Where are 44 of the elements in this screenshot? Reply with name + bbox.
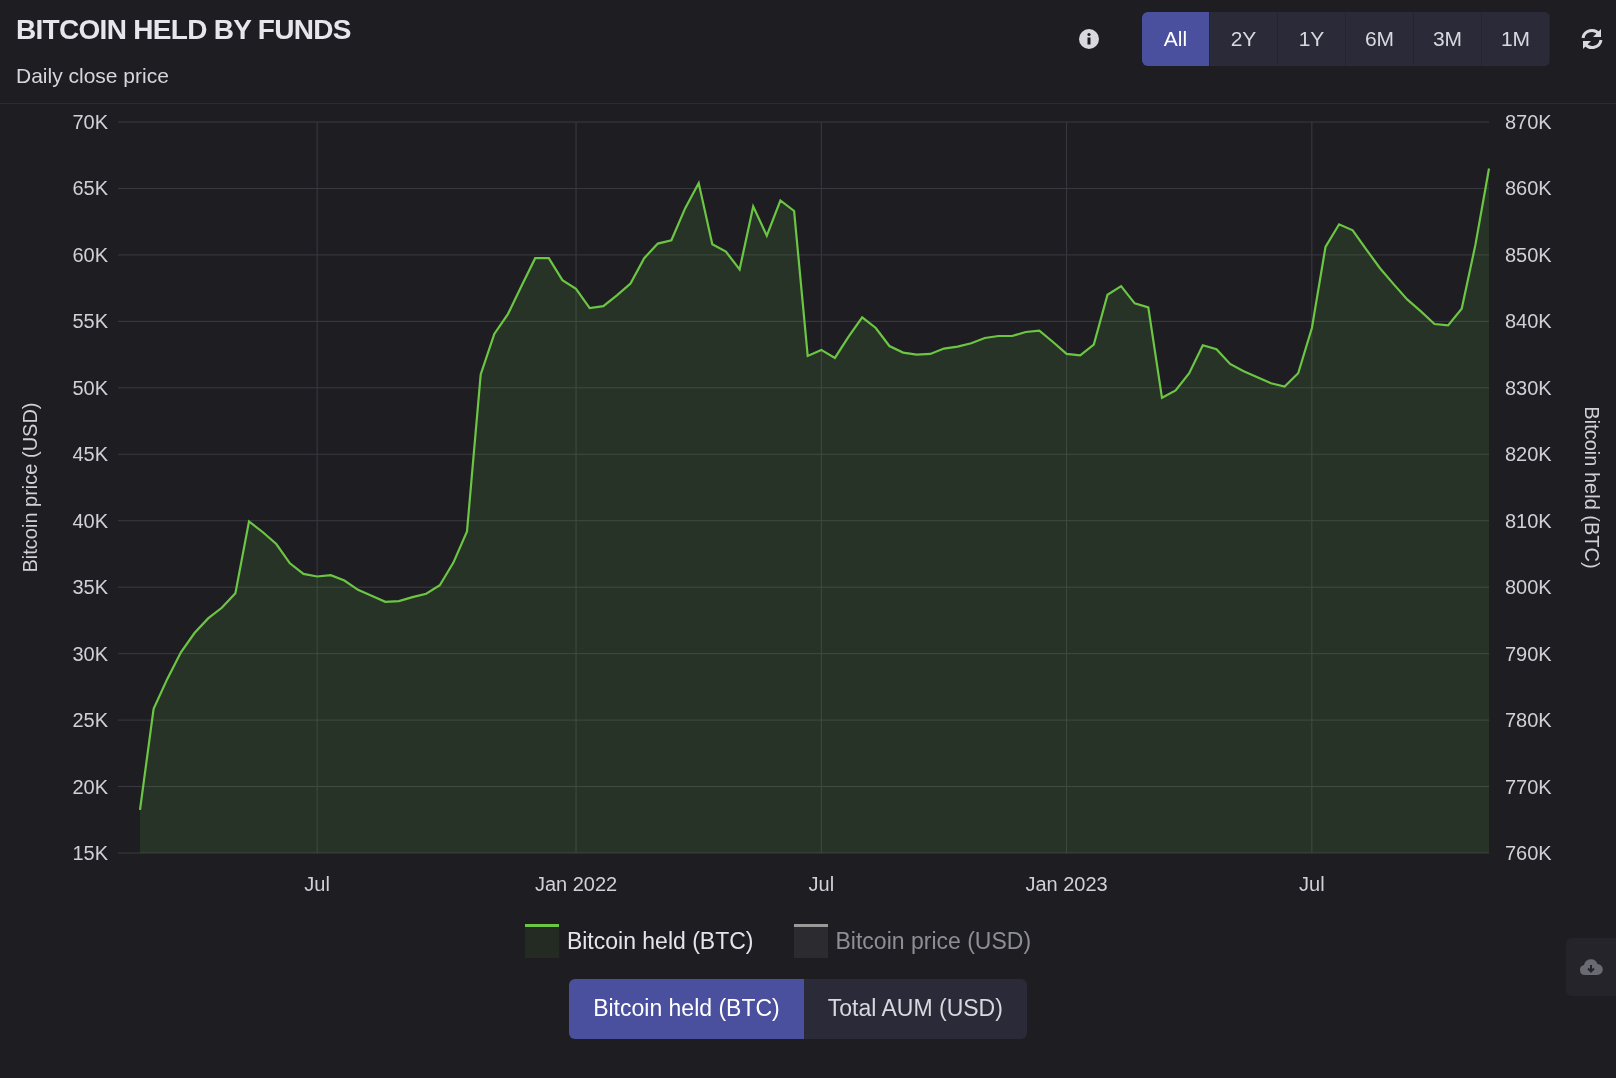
axis-tick-label: Jul <box>304 873 330 895</box>
axis-tick-label: 35K <box>72 576 108 599</box>
axis-tick-label: 790K <box>1505 642 1552 665</box>
axis-tick-label: 55K <box>72 310 108 333</box>
axis-tick-label: 860K <box>1505 177 1552 200</box>
axis-tick-label: 45K <box>72 443 108 466</box>
axis-tick-label: Jan 2023 <box>1025 873 1108 895</box>
legend-label[interactable]: Bitcoin held (BTC) <box>566 924 754 959</box>
axis-tick-label: 810K <box>1505 509 1552 532</box>
axis-tick-label: Jul <box>1299 873 1325 895</box>
axis-tick-label: 850K <box>1505 243 1552 266</box>
axis-tick-label: 70K <box>72 111 108 133</box>
download-button[interactable] <box>1566 938 1616 996</box>
axis-title: Bitcoin held (BTC) <box>1581 406 1603 569</box>
axis-tick-label: 15K <box>72 842 108 864</box>
axis-tick-label: 770K <box>1505 775 1552 798</box>
info-icon[interactable] <box>1078 28 1100 50</box>
axis-tick-label: 820K <box>1505 443 1552 466</box>
chart-subtitle: Daily close price <box>16 63 170 89</box>
metric-tab[interactable]: Bitcoin held (BTC) <box>569 978 804 1039</box>
cloud-download-icon <box>1579 958 1603 976</box>
axis-tick-label: Jul <box>808 873 835 895</box>
axis-tick-label: 65K <box>72 177 108 200</box>
axis-tick-label: 840K <box>1505 310 1552 333</box>
axis-tick-label: 50K <box>72 376 108 399</box>
axis-tick-label: 830K <box>1505 376 1552 399</box>
axis-tick-label: 25K <box>72 709 108 732</box>
refresh-icon[interactable] <box>1580 28 1604 50</box>
metric-tab[interactable]: Total AUM (USD) <box>803 978 1027 1039</box>
axis-tick-label: 760K <box>1505 842 1552 864</box>
legend-swatch[interactable] <box>793 924 828 959</box>
axis-tick-label: 30K <box>72 642 108 665</box>
axis-tick-label: Jan 2022 <box>534 873 618 895</box>
axis-tick-label: 870K <box>1505 111 1552 133</box>
axis-tick-label: 800K <box>1505 576 1552 599</box>
chart-title: BITCOIN HELD BY FUNDS <box>16 13 351 47</box>
range-tab[interactable]: All <box>1142 12 1210 66</box>
legend-swatch[interactable] <box>524 924 559 959</box>
axis-tick-label: 20K <box>72 775 108 798</box>
legend-label[interactable]: Bitcoin price (USD) <box>835 924 1032 959</box>
axis-tick-label: 60K <box>72 243 108 266</box>
axis-tick-label: 40K <box>72 509 108 532</box>
axis-tick-label: 780K <box>1505 709 1552 732</box>
axis-title: Bitcoin price (USD) <box>19 402 41 573</box>
